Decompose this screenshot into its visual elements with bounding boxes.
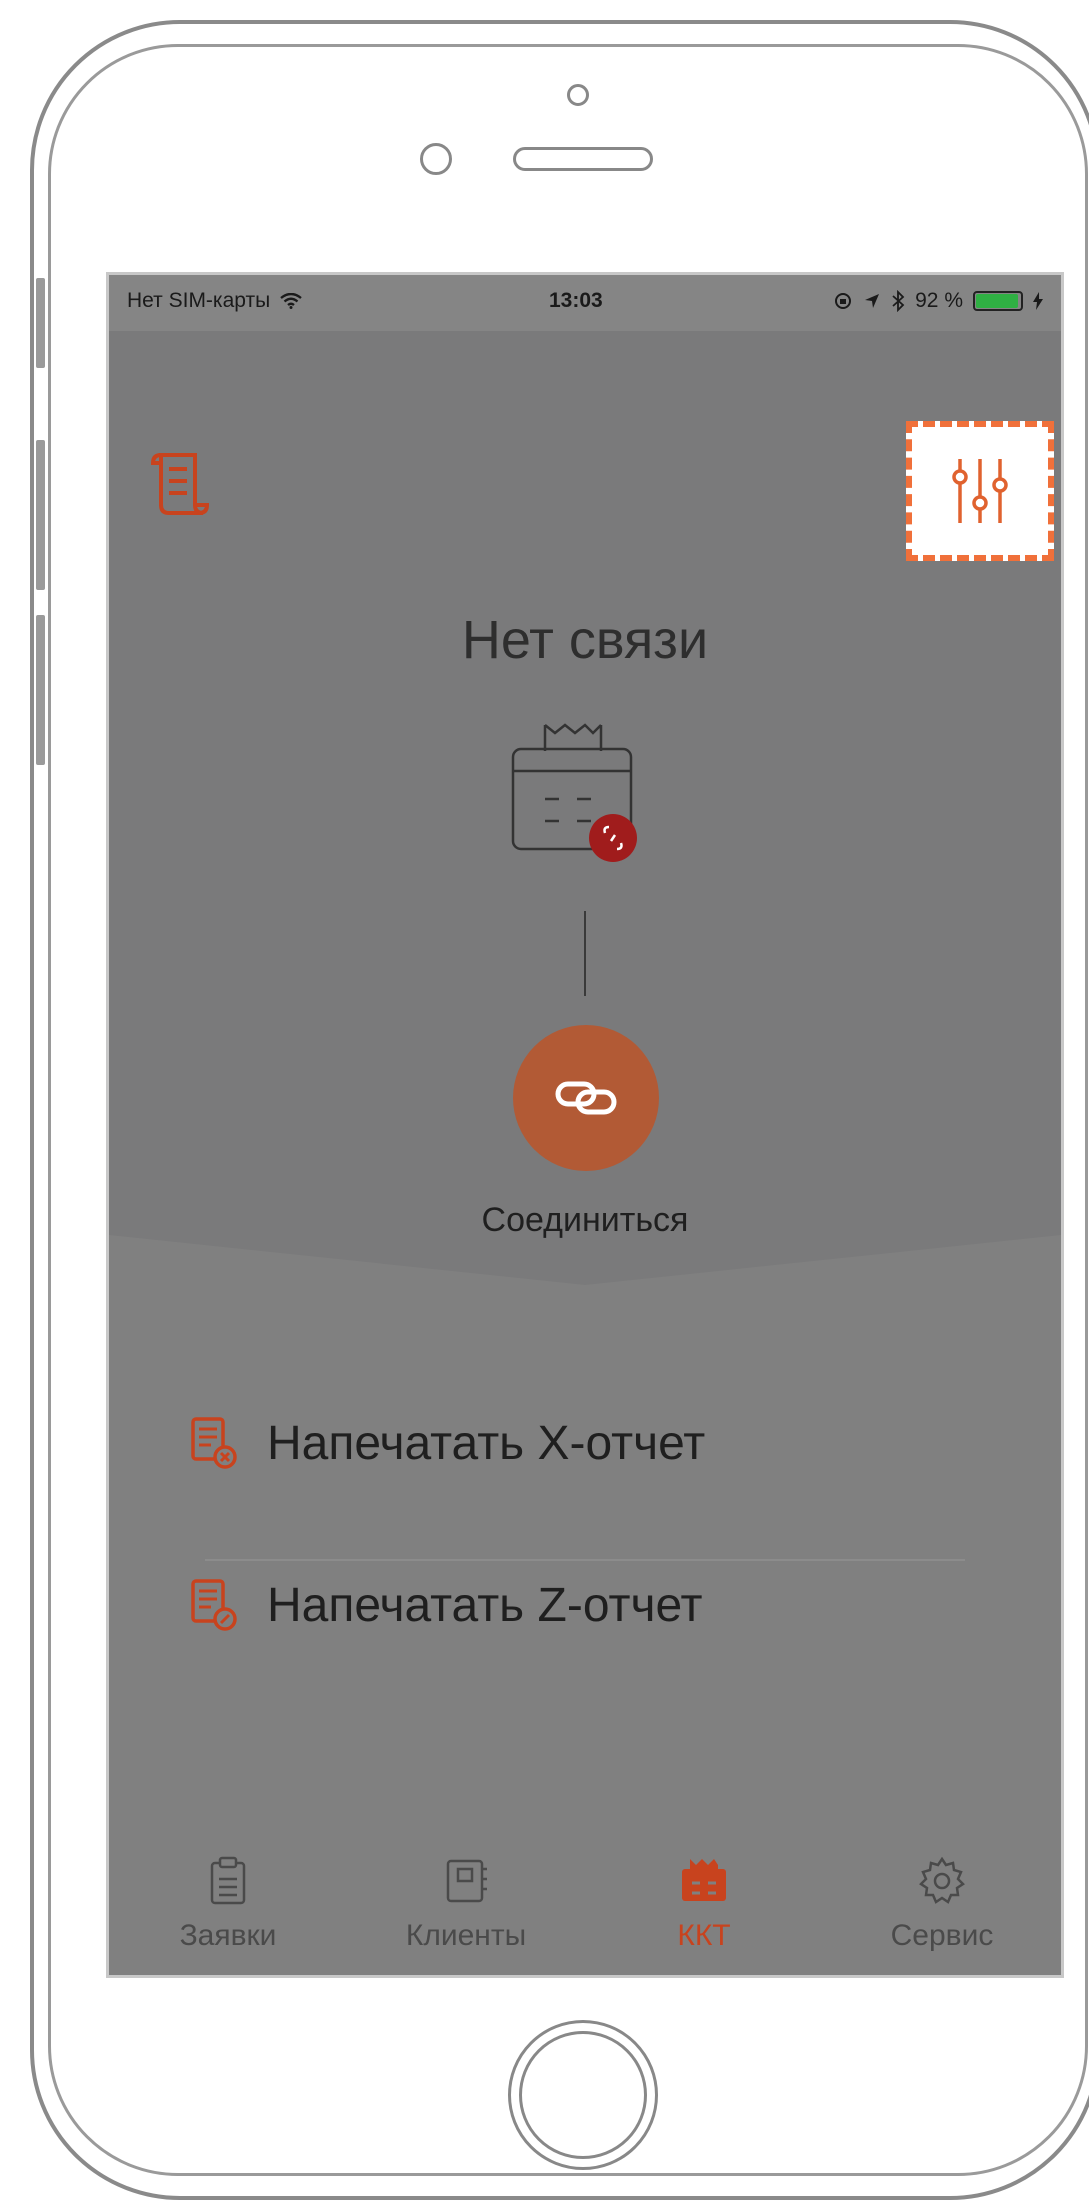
status-right: 92 %: [833, 289, 1043, 313]
report-panel: [109, 1235, 1061, 1795]
connection-status-title: Нет связи: [461, 610, 709, 670]
tab-kkt[interactable]: ККТ: [585, 1795, 823, 1975]
print-x-report-item[interactable]: Напечатать X-отчет: [189, 1403, 979, 1483]
battery-percent: 92 %: [915, 289, 963, 312]
connection-panel: Нет связи Соединиться: [109, 331, 1061, 1296]
orientation-lock-icon: [835, 293, 852, 309]
connect-label: Соединиться: [481, 1201, 689, 1239]
sliders-icon: [952, 459, 1008, 523]
clipboard-icon: [210, 1856, 246, 1905]
tab-service[interactable]: Сервис: [823, 1795, 1061, 1975]
mute-switch: [36, 278, 45, 368]
tab-requests[interactable]: Заявки: [109, 1795, 347, 1975]
status-time: 13:03: [549, 289, 603, 312]
bluetooth-icon: [892, 290, 905, 312]
scroll-receipt-icon: [150, 453, 210, 515]
status-bar: Нет SIM-карты 13:03 92 %: [109, 275, 1061, 331]
z-report-icon: [191, 1579, 237, 1631]
print-z-report-label: Напечатать Z-отчет: [267, 1578, 703, 1632]
connect-button[interactable]: [513, 1025, 659, 1171]
connection-line: [584, 911, 586, 996]
settings-button[interactable]: [906, 421, 1054, 561]
proximity-sensor: [567, 84, 589, 106]
cash-register-icon: [682, 1859, 726, 1901]
volume-up-button: [36, 440, 45, 590]
cash-register-disconnected-icon: [507, 721, 637, 871]
link-icon: [555, 1081, 617, 1115]
receipt-log-button[interactable]: [150, 449, 211, 519]
battery-icon: [973, 291, 1023, 311]
tab-requests-label: Заявки: [179, 1919, 277, 1952]
location-icon: [865, 294, 880, 308]
home-button[interactable]: [508, 2020, 658, 2170]
charging-icon: [1033, 292, 1043, 310]
address-book-icon: [446, 1859, 487, 1903]
tab-clients[interactable]: Клиенты: [347, 1795, 585, 1975]
print-z-report-item[interactable]: Напечатать Z-отчет: [189, 1565, 979, 1645]
wifi-icon: [280, 292, 302, 309]
earpiece-speaker: [513, 147, 653, 171]
menu-divider: [205, 1559, 965, 1561]
gear-icon: [919, 1856, 965, 1904]
app-screen: Нет SIM-карты 13:03 92 % Нет связи Соеди…: [106, 272, 1064, 1978]
print-x-report-label: Напечатать X-отчет: [267, 1416, 706, 1470]
x-report-icon: [191, 1417, 237, 1469]
volume-down-button: [36, 615, 45, 765]
tab-clients-label: Клиенты: [405, 1919, 527, 1952]
tab-service-label: Сервис: [890, 1919, 994, 1952]
front-camera: [420, 143, 452, 175]
tab-bar: Заявки Клиенты ККТ Сервис: [109, 1795, 1061, 1975]
tab-kkt-label: ККТ: [677, 1919, 731, 1952]
carrier-label: Нет SIM-карты: [127, 289, 302, 313]
